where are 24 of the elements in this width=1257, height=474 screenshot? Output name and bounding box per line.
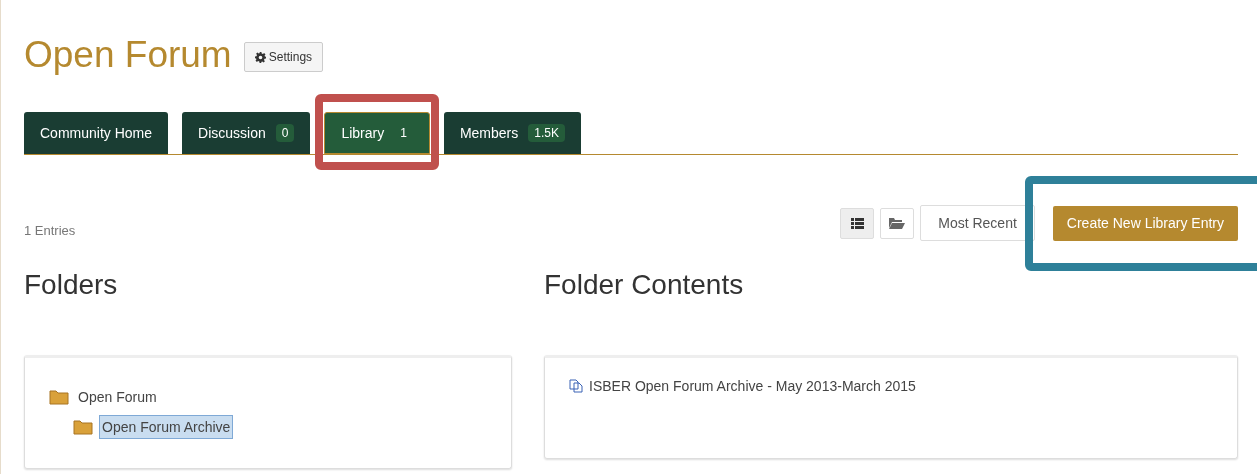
settings-icon: [254, 51, 266, 63]
tab-count: 1.5K: [528, 124, 565, 142]
nav-tab[interactable]: Members 1.5K: [443, 112, 581, 154]
tab-count: 0: [275, 124, 295, 142]
entries-count: 1 Entries: [24, 222, 76, 238]
folder-tree-item[interactable]: Open Forum: [75, 385, 160, 409]
nav-tab[interactable]: Library 1: [324, 112, 430, 154]
section-heading: Folders: [24, 269, 119, 301]
list-icon: [850, 217, 864, 229]
documents-icon: [569, 379, 583, 393]
sort-button[interactable]: Most Recent: [920, 205, 1035, 241]
view-toggle-button[interactable]: [840, 207, 875, 239]
folder-icon: [73, 419, 93, 435]
page-title: Open Forum: [24, 34, 232, 76]
view-toggle-button[interactable]: [880, 207, 915, 239]
folder-tree-item[interactable]: Open Forum Archive: [99, 415, 234, 439]
nav-tab[interactable]: Community Home: [24, 112, 169, 154]
nav-tab[interactable]: Discussion 0: [182, 112, 311, 154]
settings-button[interactable]: Settings: [243, 42, 324, 72]
section-heading: Folder Contents: [544, 269, 745, 301]
library-entry-link[interactable]: ISBER Open Forum Archive - May 2013-March 2015: [589, 378, 916, 394]
folder-icon: [889, 217, 906, 229]
tab-count: 1: [399, 125, 408, 142]
folder-icon: [49, 389, 69, 405]
